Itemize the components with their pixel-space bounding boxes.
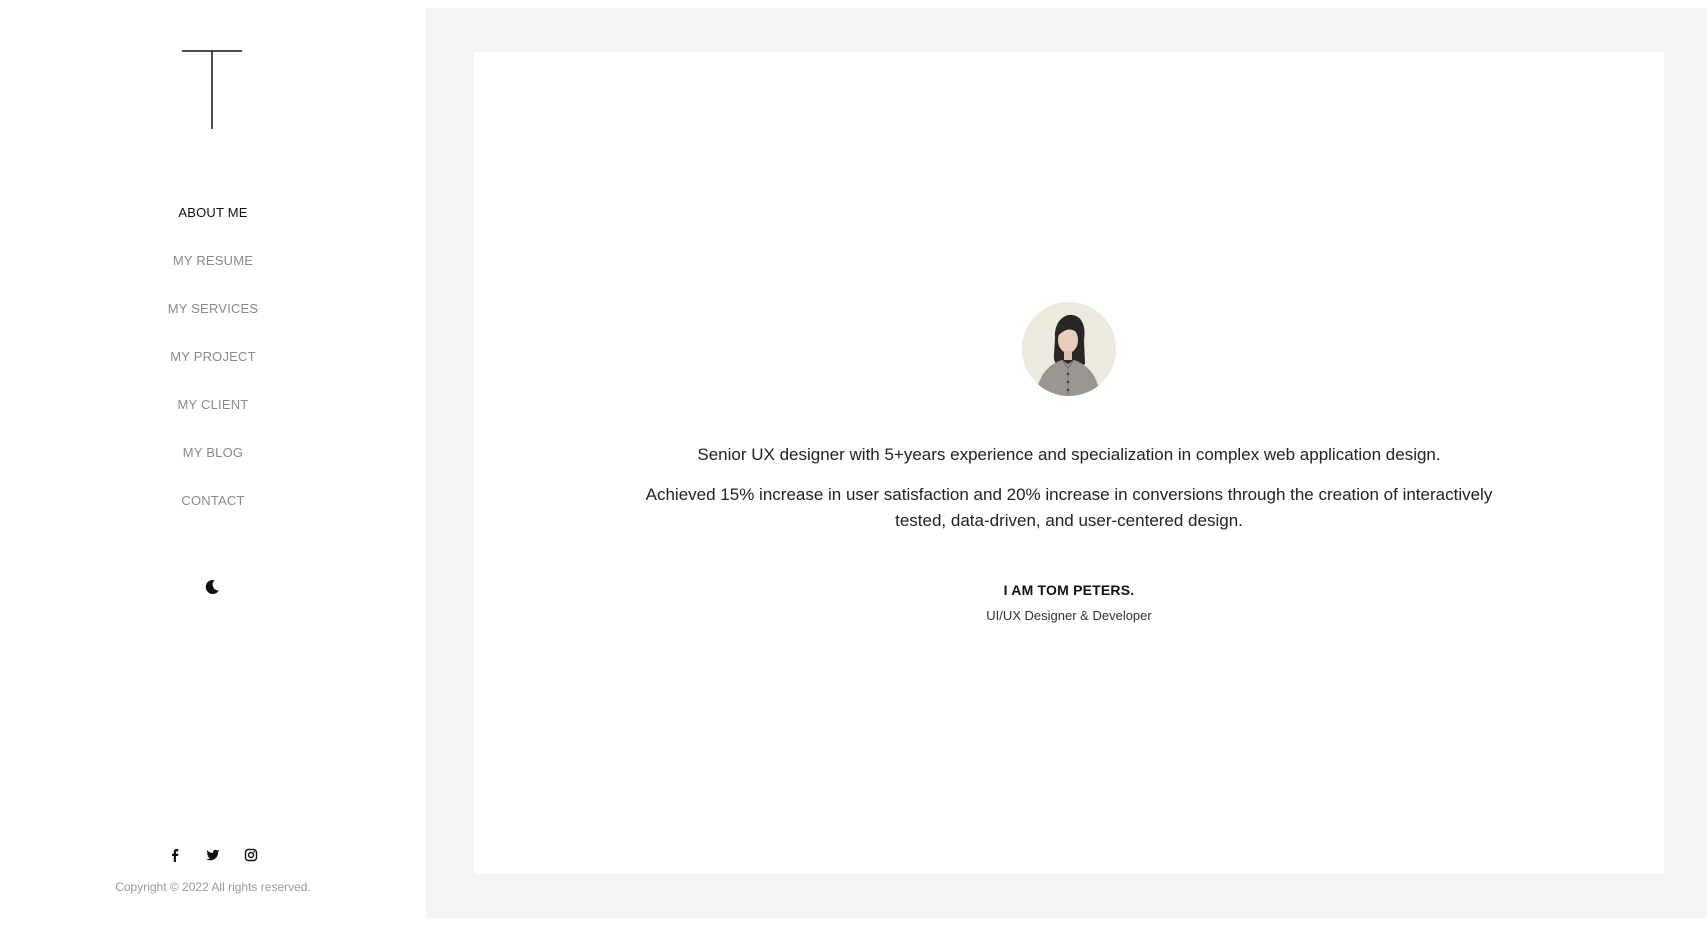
nav-link-contact[interactable]: CONTACT	[181, 490, 244, 512]
logo-t-icon[interactable]	[182, 50, 242, 129]
avatar	[1022, 302, 1116, 396]
facebook-icon[interactable]	[168, 848, 182, 862]
intro-summary: Senior UX designer with 5+years experien…	[697, 445, 1441, 464]
page: ABOUT ME MY RESUME MY SERVICES MY PROJEC…	[0, 0, 1707, 926]
sidebar: ABOUT ME MY RESUME MY SERVICES MY PROJEC…	[0, 0, 426, 926]
profile-name: I AM TOM PETERS.	[1003, 582, 1135, 598]
moon-icon[interactable]	[202, 577, 222, 597]
nav-item-about: ABOUT ME	[0, 202, 426, 250]
profile-role: UI/UX Designer & Developer	[986, 608, 1152, 623]
nav-item-project: MY PROJECT	[0, 346, 426, 394]
main-area: Senior UX designer with 5+years experien…	[426, 8, 1707, 918]
nav-item-blog: MY BLOG	[0, 442, 426, 490]
twitter-icon[interactable]	[206, 848, 220, 862]
intro-achievement: Achieved 15% increase in user satisfacti…	[645, 485, 1493, 530]
copyright-text: Copyright © 2022 All rights reserved.	[115, 880, 311, 894]
about-card: Senior UX designer with 5+years experien…	[474, 52, 1664, 874]
nav-link-my-blog[interactable]: MY BLOG	[183, 442, 243, 464]
nav-link-about-me[interactable]: ABOUT ME	[178, 202, 247, 224]
avatar-photo	[1022, 302, 1116, 396]
nav-item-resume: MY RESUME	[0, 250, 426, 298]
nav-link-my-services[interactable]: MY SERVICES	[168, 298, 259, 320]
nav-link-my-resume[interactable]: MY RESUME	[173, 250, 253, 272]
nav-link-my-project[interactable]: MY PROJECT	[170, 346, 256, 368]
instagram-icon[interactable]	[244, 848, 258, 862]
nav-item-client: MY CLIENT	[0, 394, 426, 442]
social-links	[0, 848, 426, 862]
main-nav: ABOUT ME MY RESUME MY SERVICES MY PROJEC…	[0, 202, 426, 538]
nav-item-services: MY SERVICES	[0, 298, 426, 346]
intro-section: Senior UX designer with 5+years experien…	[474, 442, 1664, 534]
nav-item-contact: CONTACT	[0, 490, 426, 538]
nav-link-my-client[interactable]: MY CLIENT	[178, 394, 249, 416]
identity-block: I AM TOM PETERS. UI/UX Designer & Develo…	[474, 580, 1664, 626]
